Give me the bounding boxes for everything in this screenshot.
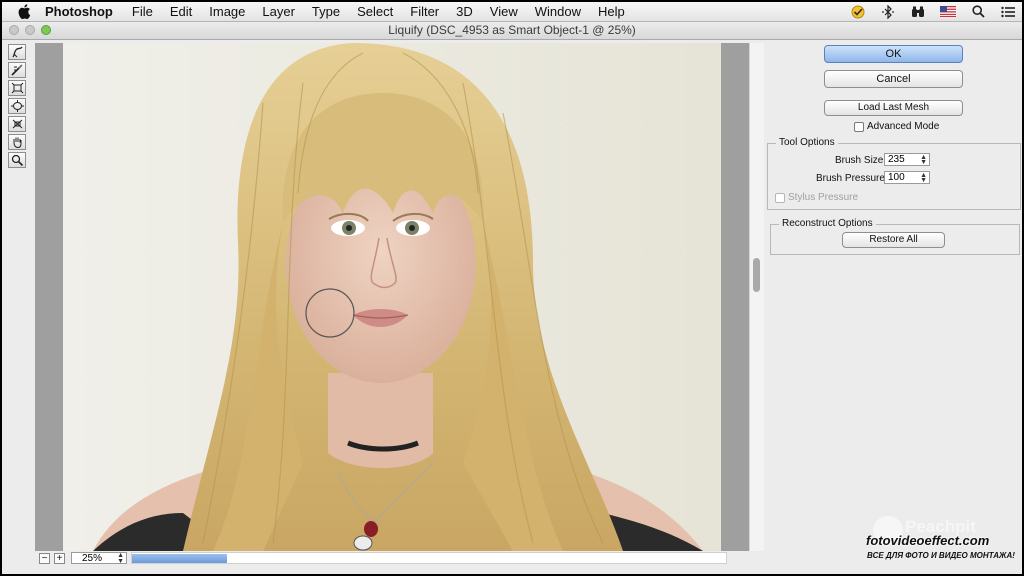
advanced-mode-checkbox[interactable] [854, 122, 864, 132]
menu-photoshop[interactable]: Photoshop [45, 4, 113, 19]
reconstruct-tool-icon[interactable] [8, 62, 26, 78]
brush-size-field[interactable]: 235 ▲ ▼ [884, 153, 930, 166]
apple-menu-icon[interactable] [17, 4, 31, 19]
stylus-pressure-checkbox[interactable] [775, 193, 785, 203]
brush-pressure-value: 100 [888, 172, 905, 183]
notification-list-icon[interactable] [1000, 5, 1016, 19]
tool-options-title: Tool Options [776, 137, 838, 148]
menu-view[interactable]: View [490, 4, 518, 19]
zoom-out-button[interactable]: − [39, 552, 50, 564]
cancel-button[interactable]: Cancel [824, 70, 963, 88]
menu-window[interactable]: Window [535, 4, 581, 19]
horizontal-scroll-thumb[interactable] [132, 554, 227, 563]
bluetooth-icon[interactable] [880, 4, 896, 19]
reconstruct-options-title: Reconstruct Options [779, 218, 876, 229]
stepper-arrows-icon: ▲ ▼ [117, 552, 124, 565]
stepper-arrows-icon[interactable]: ▲ ▼ [920, 172, 927, 184]
tagline-watermark: ВСЕ ДЛЯ ФОТО И ВИДЕО МОНТАЖА! [867, 551, 1015, 560]
norton-check-icon[interactable] [850, 5, 866, 19]
brush-size-label: Brush Size: [835, 155, 887, 166]
menu-image[interactable]: Image [209, 4, 245, 19]
preview-canvas[interactable] [35, 43, 749, 551]
zoom-level-select[interactable]: 25% ▲ ▼ [71, 552, 127, 565]
zoom-level-value: 25% [82, 553, 103, 564]
canvas-zoom-bar: − + 25% ▲ ▼ [35, 551, 763, 565]
menu-3d[interactable]: 3D [456, 4, 473, 19]
window-title: Liquify (DSC_4953 as Smart Object-1 @ 25… [388, 23, 636, 37]
binoculars-icon[interactable] [910, 5, 926, 19]
forward-warp-tool-icon[interactable] [8, 44, 26, 60]
menu-type[interactable]: Type [312, 4, 340, 19]
horizontal-scrollbar[interactable] [131, 552, 727, 564]
zoom-tool-icon[interactable] [8, 152, 26, 168]
menu-file[interactable]: File [132, 4, 153, 19]
ok-button[interactable]: OK [824, 45, 963, 63]
vertical-scrollbar[interactable] [749, 43, 764, 551]
menu-select[interactable]: Select [357, 4, 393, 19]
push-left-tool-icon[interactable] [8, 116, 26, 132]
site-watermark: fotovideoeffect.com [866, 533, 990, 548]
stylus-pressure-label: Stylus Pressure [788, 192, 859, 203]
brush-pressure-field[interactable]: 100 ▲ ▼ [884, 171, 930, 184]
brush-size-value: 235 [888, 154, 905, 165]
window-titlebar: Liquify (DSC_4953 as Smart Object-1 @ 25… [2, 22, 1022, 40]
bloat-tool-icon[interactable] [8, 98, 26, 114]
vertical-scroll-thumb[interactable] [753, 258, 760, 292]
stepper-arrows-icon[interactable]: ▲ ▼ [920, 154, 927, 166]
zoom-in-button[interactable]: + [54, 552, 65, 564]
menu-filter[interactable]: Filter [410, 4, 439, 19]
menu-extras [850, 2, 1016, 21]
hand-tool-icon[interactable] [8, 134, 26, 150]
us-flag-icon[interactable] [940, 5, 956, 19]
screen: Photoshop File Edit Image Layer Type Sel… [2, 2, 1022, 574]
menu-help[interactable]: Help [598, 4, 625, 19]
pucker-tool-icon[interactable] [8, 80, 26, 96]
spotlight-search-icon[interactable] [970, 5, 986, 19]
menu-bar: Photoshop File Edit Image Layer Type Sel… [2, 2, 1022, 22]
load-last-mesh-button[interactable]: Load Last Mesh [824, 100, 963, 116]
portrait-photo [63, 43, 721, 551]
brush-pressure-label: Brush Pressure: [816, 173, 888, 184]
menu-layer[interactable]: Layer [262, 4, 295, 19]
restore-all-button[interactable]: Restore All [842, 232, 945, 248]
advanced-mode-label: Advanced Mode [867, 121, 940, 132]
liquify-toolbar [7, 44, 28, 170]
menu-edit[interactable]: Edit [170, 4, 192, 19]
